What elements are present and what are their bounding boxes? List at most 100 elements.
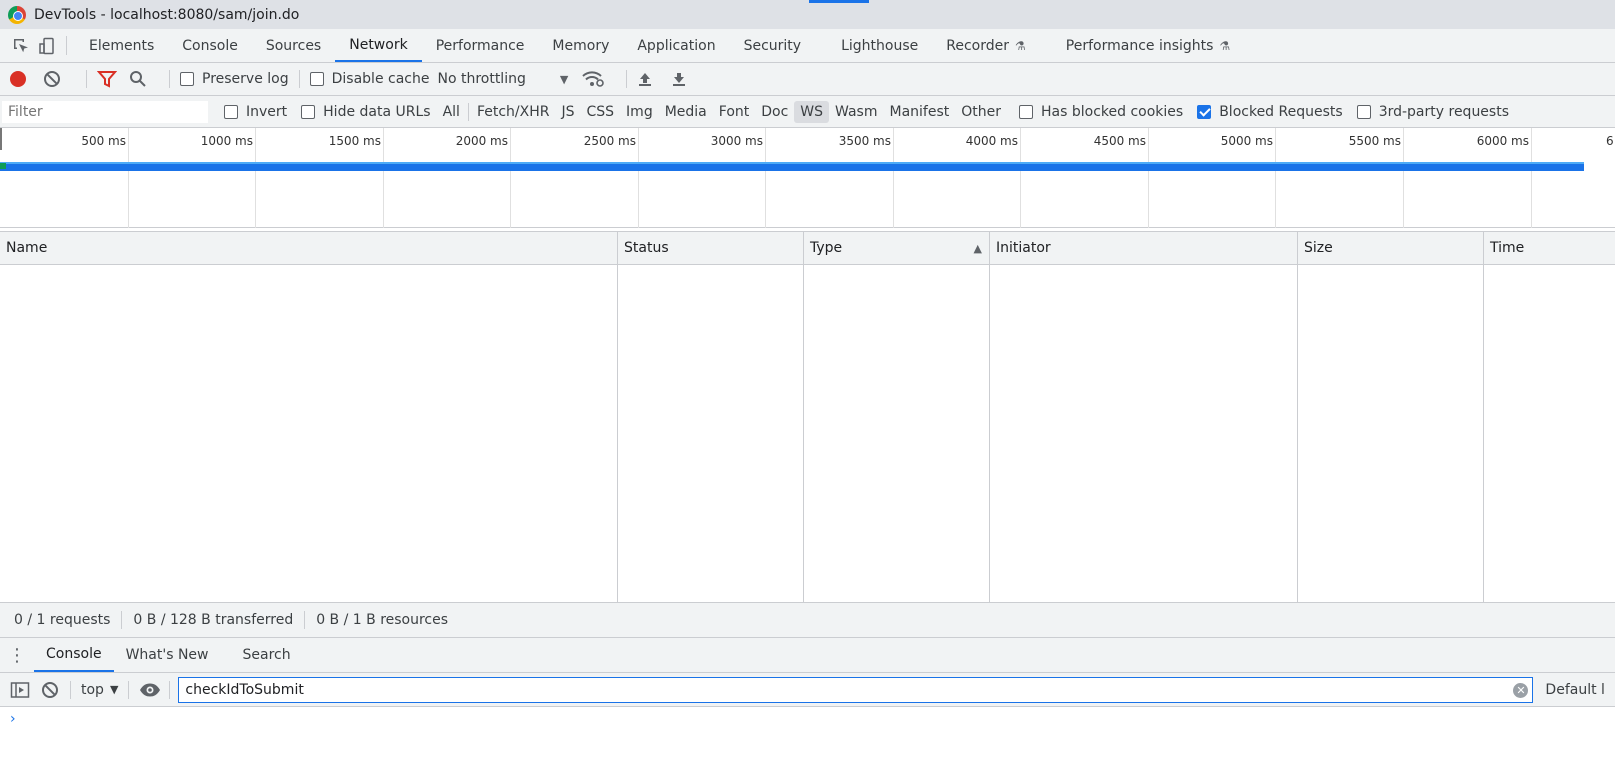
- type-filter-media[interactable]: Media: [659, 101, 713, 123]
- drawer-tab-whats-new[interactable]: What's New: [114, 638, 221, 672]
- tab-recorder[interactable]: Recorder ⚗: [932, 29, 1040, 62]
- tab-console[interactable]: Console: [168, 29, 252, 62]
- tab-performance[interactable]: Performance: [422, 29, 539, 62]
- tab-performance-insights[interactable]: Performance insights ⚗: [1052, 29, 1244, 62]
- tab-network[interactable]: Network: [335, 29, 422, 62]
- column-header-name[interactable]: Name: [0, 232, 618, 265]
- type-filter-font[interactable]: Font: [713, 101, 755, 123]
- timeline-overview[interactable]: 500 ms 1000 ms 1500 ms 2000 ms 2500 ms 3…: [0, 128, 1615, 228]
- show-sidebar-icon[interactable]: [10, 681, 30, 699]
- filter-icon[interactable]: [97, 70, 117, 88]
- column-header-status[interactable]: Status: [617, 232, 804, 265]
- timeline-gridline: [128, 128, 129, 228]
- context-select[interactable]: top ▼: [81, 682, 118, 698]
- has-blocked-cookies-checkbox[interactable]: Has blocked cookies: [1019, 104, 1183, 120]
- drawer-tab-search[interactable]: Search: [231, 638, 303, 672]
- type-filter-img[interactable]: Img: [620, 101, 659, 123]
- console-output[interactable]: ›: [0, 707, 1615, 772]
- log-levels-select[interactable]: Default l: [1545, 682, 1605, 698]
- blocked-requests-checkbox[interactable]: Blocked Requests: [1197, 104, 1343, 120]
- column-header-size[interactable]: Size: [1297, 232, 1484, 265]
- timeline-gridline: [1148, 128, 1149, 228]
- inspect-element-icon[interactable]: [8, 29, 34, 62]
- tab-elements[interactable]: Elements: [75, 29, 168, 62]
- type-filter-manifest[interactable]: Manifest: [884, 101, 956, 123]
- flask-icon: ⚗: [1219, 38, 1231, 53]
- column-divider[interactable]: [803, 265, 804, 603]
- timeline-request-bar: [0, 162, 1584, 171]
- tab-memory[interactable]: Memory: [538, 29, 623, 62]
- type-filter-js[interactable]: JS: [555, 101, 580, 123]
- timeline-gridline: [638, 128, 639, 228]
- third-party-requests-label: 3rd-party requests: [1378, 103, 1510, 120]
- timeline-gridline: [255, 128, 256, 228]
- type-filter-all[interactable]: All: [437, 101, 466, 123]
- chevron-down-icon: ▼: [559, 72, 569, 86]
- hide-data-urls-checkbox[interactable]: Hide data URLs: [301, 103, 431, 120]
- disable-cache-box[interactable]: [309, 72, 324, 86]
- search-icon[interactable]: [129, 70, 147, 88]
- column-header-type[interactable]: Type ▲: [803, 232, 990, 265]
- throttling-select[interactable]: No throttling ▼: [437, 71, 568, 87]
- timeline-tick-label: 4500 ms: [1093, 134, 1146, 148]
- column-divider[interactable]: [617, 265, 618, 603]
- summary-separator: [304, 611, 306, 629]
- column-divider[interactable]: [989, 265, 990, 603]
- third-party-requests-checkbox[interactable]: 3rd-party requests: [1356, 103, 1510, 120]
- tab-security[interactable]: Security: [730, 29, 816, 62]
- third-party-requests-box[interactable]: [1356, 104, 1371, 119]
- timeline-gridline: [1275, 128, 1276, 228]
- timeline-tick-label: 3500 ms: [838, 134, 891, 148]
- clear-filter-icon[interactable]: ✕: [1513, 682, 1529, 698]
- invert-box[interactable]: [224, 104, 238, 119]
- panel-tabbar: Elements Console Sources Network Perform…: [0, 29, 1615, 63]
- console-filter-input[interactable]: [179, 677, 1533, 702]
- drawer-tab-console[interactable]: Console: [34, 638, 114, 672]
- record-icon[interactable]: [10, 71, 26, 87]
- column-divider[interactable]: [1483, 265, 1484, 603]
- clear-icon[interactable]: [44, 71, 60, 87]
- import-har-icon[interactable]: [637, 70, 653, 88]
- console-separator: [128, 680, 130, 699]
- preserve-log-box[interactable]: [180, 72, 194, 86]
- timeline-gridline: [510, 128, 511, 228]
- timeline-left-handle[interactable]: [0, 128, 2, 150]
- device-toolbar-icon[interactable]: [34, 29, 60, 62]
- type-filter-wasm[interactable]: Wasm: [829, 101, 883, 123]
- console-separator: [169, 680, 171, 699]
- clear-console-icon[interactable]: [42, 681, 58, 698]
- timeline-tick-label: 6: [1606, 134, 1614, 148]
- drawer-menu-icon[interactable]: ⋮: [0, 638, 34, 672]
- blocked-requests-box[interactable]: [1197, 104, 1212, 119]
- type-filter-doc[interactable]: Doc: [755, 101, 794, 123]
- timeline-tick-label: 2000 ms: [455, 134, 508, 148]
- invert-checkbox[interactable]: Invert: [224, 104, 287, 120]
- tab-sources[interactable]: Sources: [252, 29, 335, 62]
- column-divider[interactable]: [1297, 265, 1298, 603]
- disable-cache-checkbox[interactable]: Disable cache: [309, 71, 430, 87]
- filter-input[interactable]: [2, 100, 208, 123]
- type-filter-other[interactable]: Other: [955, 101, 1007, 123]
- type-filter-fetch-xhr[interactable]: Fetch/XHR: [471, 101, 556, 123]
- hide-data-urls-label: Hide data URLs: [323, 103, 431, 120]
- invert-label: Invert: [246, 103, 288, 120]
- column-header-time[interactable]: Time: [1483, 232, 1615, 265]
- disable-cache-label: Disable cache: [331, 71, 430, 87]
- tab-application[interactable]: Application: [623, 29, 729, 62]
- timeline-tick-label: 2500 ms: [583, 134, 636, 148]
- column-header-initiator[interactable]: Initiator: [989, 232, 1298, 265]
- type-filter-ws[interactable]: WS: [794, 100, 830, 123]
- live-expression-eye-icon[interactable]: [139, 682, 161, 698]
- summary-separator: [121, 611, 123, 629]
- hide-data-urls-box[interactable]: [301, 104, 316, 119]
- timeline-request-start-marker: [0, 163, 6, 169]
- preserve-log-checkbox[interactable]: Preserve log: [180, 71, 289, 87]
- tab-lighthouse[interactable]: Lighthouse: [827, 29, 932, 62]
- throttling-value: No throttling: [437, 71, 526, 87]
- network-conditions-icon[interactable]: [582, 70, 605, 88]
- console-toolbar: top ▼ ✕ Default l: [0, 673, 1615, 707]
- filter-separator: [467, 102, 469, 121]
- has-blocked-cookies-box[interactable]: [1019, 104, 1034, 119]
- type-filter-css[interactable]: CSS: [580, 101, 620, 123]
- export-har-icon[interactable]: [671, 70, 687, 88]
